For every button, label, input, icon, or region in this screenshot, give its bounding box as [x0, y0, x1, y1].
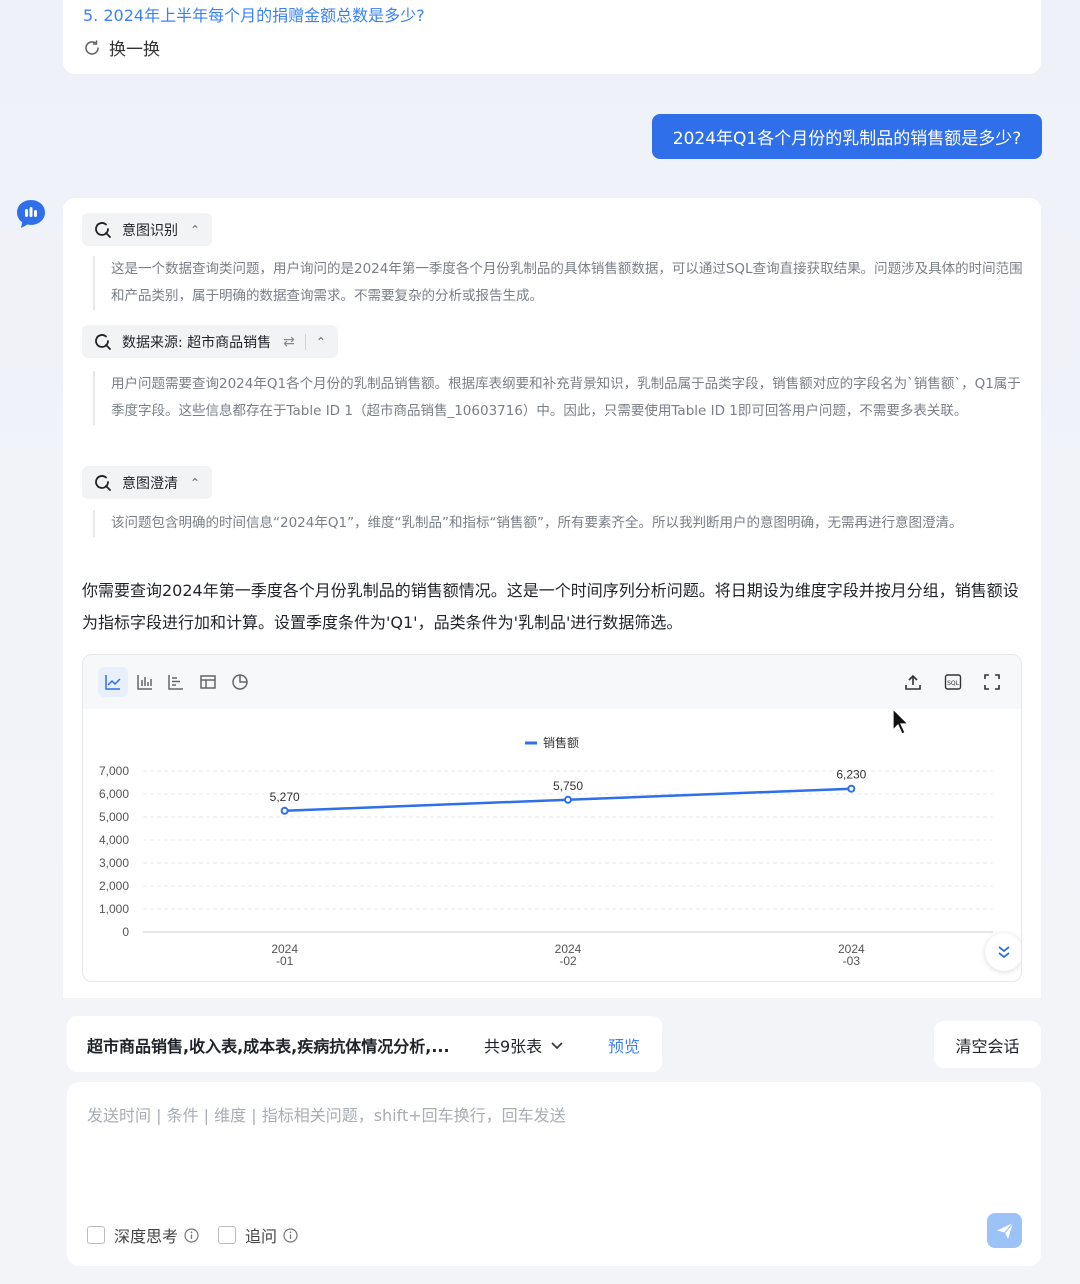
answer-summary: 你需要查询2024年第一季度各个月份乳制品的销售额情况。这是一个时间序列分析问题…	[82, 581, 1019, 632]
step-title: 意图识别	[122, 222, 178, 239]
data-label: 5,270	[270, 790, 300, 804]
data-label: 5,750	[553, 779, 583, 793]
data-point	[564, 795, 572, 804]
suggested-question[interactable]: 5. 2024年上半年每个月的捐赠金额总数是多少?	[83, 2, 425, 26]
line-chart: 01,0002,0003,0004,0005,0006,0007,0002024…	[99, 735, 993, 968]
fullscreen-button[interactable]	[977, 667, 1007, 697]
step-intent-recognition-toggle[interactable]: 意图识别 ⌃	[82, 213, 213, 246]
chevron-up-icon[interactable]: ⌃	[316, 335, 326, 349]
bar-chart-icon	[137, 675, 152, 690]
horizontal-bar-button[interactable]	[161, 667, 191, 697]
step-intent-recognition-text: 这是一个数据查询类问题，用户询问的是2024年第一季度各个月份乳制品的具体销售额…	[93, 256, 1023, 310]
mouse-cursor-icon	[892, 708, 910, 735]
sql-view-button[interactable]: SQL	[938, 667, 968, 697]
send-icon	[996, 1222, 1013, 1239]
chevron-down-icon	[551, 1042, 563, 1050]
refresh-button[interactable]: 换一换	[83, 35, 160, 60]
chart-panel: SQL 0 1,000 2,000 3,000 4,000 5,000 6,000 7,000…	[82, 654, 1022, 982]
pie-chart-icon	[232, 674, 248, 690]
info-icon	[283, 1227, 298, 1243]
answer-card: 意图识别 ⌃ 这是一个数据查询类问题，用户询问的是2024年第一季度各个月份乳制…	[63, 198, 1041, 998]
y-tick-label: 0	[122, 925, 129, 939]
sql-icon: SQL	[944, 674, 962, 690]
follow-up-checkbox[interactable]: 追问	[218, 1223, 298, 1247]
step-data-source-toggle[interactable]: 数据来源: 超市商品销售 ⇄ ⌃	[82, 325, 338, 358]
suggestion-card: 5. 2024年上半年每个月的捐赠金额总数是多少? 换一换	[63, 0, 1041, 74]
table-count-dropdown[interactable]: 共9张表	[484, 1033, 564, 1057]
data-point	[847, 784, 856, 793]
pie-chart-button[interactable]	[225, 667, 255, 697]
search-refresh-icon	[95, 333, 111, 350]
deep-think-label: 深度思考	[114, 1227, 179, 1246]
x-tick-label: -03	[843, 954, 861, 968]
y-tick-label: 6,000	[99, 787, 129, 801]
step-title: 数据来源: 超市商品销售	[122, 334, 272, 351]
data-source-bar: 超市商品销售,收入表,成本表,疾病抗体情况分析,... 共9张表 预览	[67, 1016, 662, 1072]
bot-avatar-icon	[17, 200, 45, 228]
table-icon	[200, 675, 216, 689]
y-tick-label: 4,000	[99, 833, 129, 847]
refresh-icon	[85, 39, 99, 55]
line-chart-button[interactable]	[98, 667, 128, 697]
info-icon	[184, 1227, 199, 1243]
y-tick-label: 7,000	[99, 764, 129, 778]
bar-chart-button[interactable]	[130, 667, 160, 697]
double-chevron-down-icon	[998, 946, 1010, 959]
data-label: 6,230	[836, 768, 866, 782]
upload-icon	[905, 674, 921, 690]
y-tick-label: 5,000	[99, 810, 129, 824]
y-tick-label: 1,000	[99, 902, 129, 916]
checkbox-icon	[87, 1226, 105, 1244]
chevron-up-icon: ⌃	[190, 222, 201, 237]
data-point	[280, 806, 289, 815]
fullscreen-icon	[984, 674, 1000, 690]
svg-text:SQL: SQL	[947, 680, 960, 687]
chart-toolbar: SQL	[83, 655, 1021, 709]
table-count-label: 共9张表	[484, 1037, 543, 1056]
preview-link[interactable]: 预览	[608, 1033, 640, 1057]
chat-input-card: 深度思考 追问	[67, 1082, 1041, 1266]
y-tick-label: 2,000	[99, 879, 129, 893]
follow-up-label: 追问	[245, 1227, 278, 1246]
search-refresh-icon	[95, 474, 111, 491]
source-tables-label: 超市商品销售,收入表,成本表,疾病抗体情况分析,...	[87, 1037, 450, 1056]
step-title: 意图澄清	[122, 475, 178, 492]
clear-session-button[interactable]: 清空会话	[934, 1021, 1041, 1068]
user-message-bubble: 2024年Q1各个月份的乳制品的销售额是多少?	[652, 114, 1042, 159]
step-intent-clarify-text: 该问题包含明确的时间信息“2024年Q1”，维度“乳制品”和指标“销售额”，所有…	[93, 510, 1023, 537]
checkbox-icon	[218, 1226, 236, 1244]
legend-label: 销售额	[543, 735, 579, 750]
deep-think-checkbox[interactable]: 深度思考	[87, 1223, 199, 1247]
send-button[interactable]	[987, 1213, 1022, 1248]
step-data-source-text: 用户问题需要查询2024年Q1各个月份的乳制品销售额。根据库表纲要和补充背景知识…	[93, 371, 1023, 425]
chevron-up-icon: ⌃	[190, 475, 201, 490]
x-tick-label: -02	[559, 954, 577, 968]
swap-icon[interactable]: ⇄	[283, 334, 295, 350]
x-tick-label: -01	[276, 954, 294, 968]
step-intent-clarify-toggle[interactable]: 意图澄清 ⌃	[82, 466, 213, 499]
collapse-button[interactable]	[985, 933, 1021, 971]
search-refresh-icon	[95, 221, 111, 238]
refresh-label: 换一换	[109, 40, 160, 60]
y-tick-label: 3,000	[99, 856, 129, 870]
export-button[interactable]	[898, 667, 928, 697]
chat-input[interactable]	[87, 1102, 1017, 1202]
table-view-button[interactable]	[193, 667, 223, 697]
line-chart-icon	[105, 675, 121, 690]
divider	[304, 333, 306, 350]
horizontal-bar-icon	[168, 675, 183, 690]
